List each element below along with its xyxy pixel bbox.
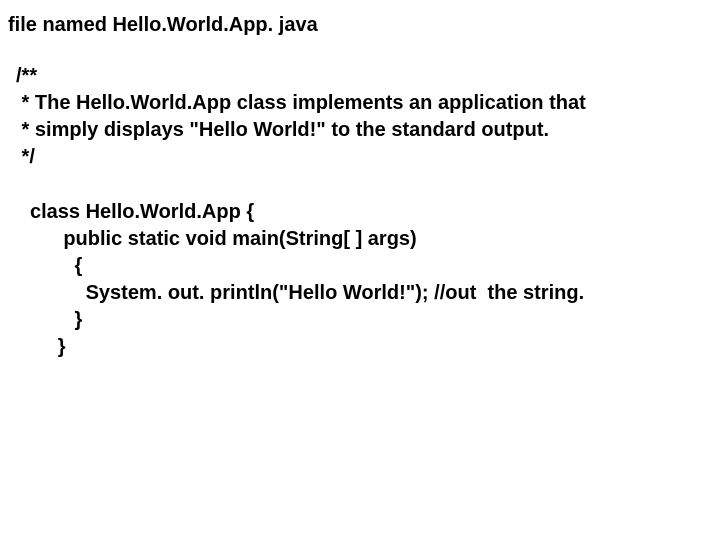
javadoc-comment: /** * The Hello.World.App class implemen…	[16, 63, 712, 171]
code-line: }	[30, 307, 712, 334]
code-line: }	[30, 334, 712, 361]
code-block: class Hello.World.App { public static vo…	[30, 199, 712, 361]
code-line: public static void main(String[ ] args)	[30, 226, 712, 253]
comment-line: * simply displays "Hello World!" to the …	[16, 117, 712, 144]
code-line: class Hello.World.App {	[30, 199, 712, 226]
file-title: file named Hello.World.App. java	[8, 12, 712, 39]
code-line: System. out. println("Hello World!"); //…	[30, 280, 712, 307]
comment-line: * The Hello.World.App class implements a…	[16, 90, 712, 117]
comment-line: */	[16, 144, 712, 171]
comment-line: /**	[16, 63, 712, 90]
code-line: {	[30, 253, 712, 280]
